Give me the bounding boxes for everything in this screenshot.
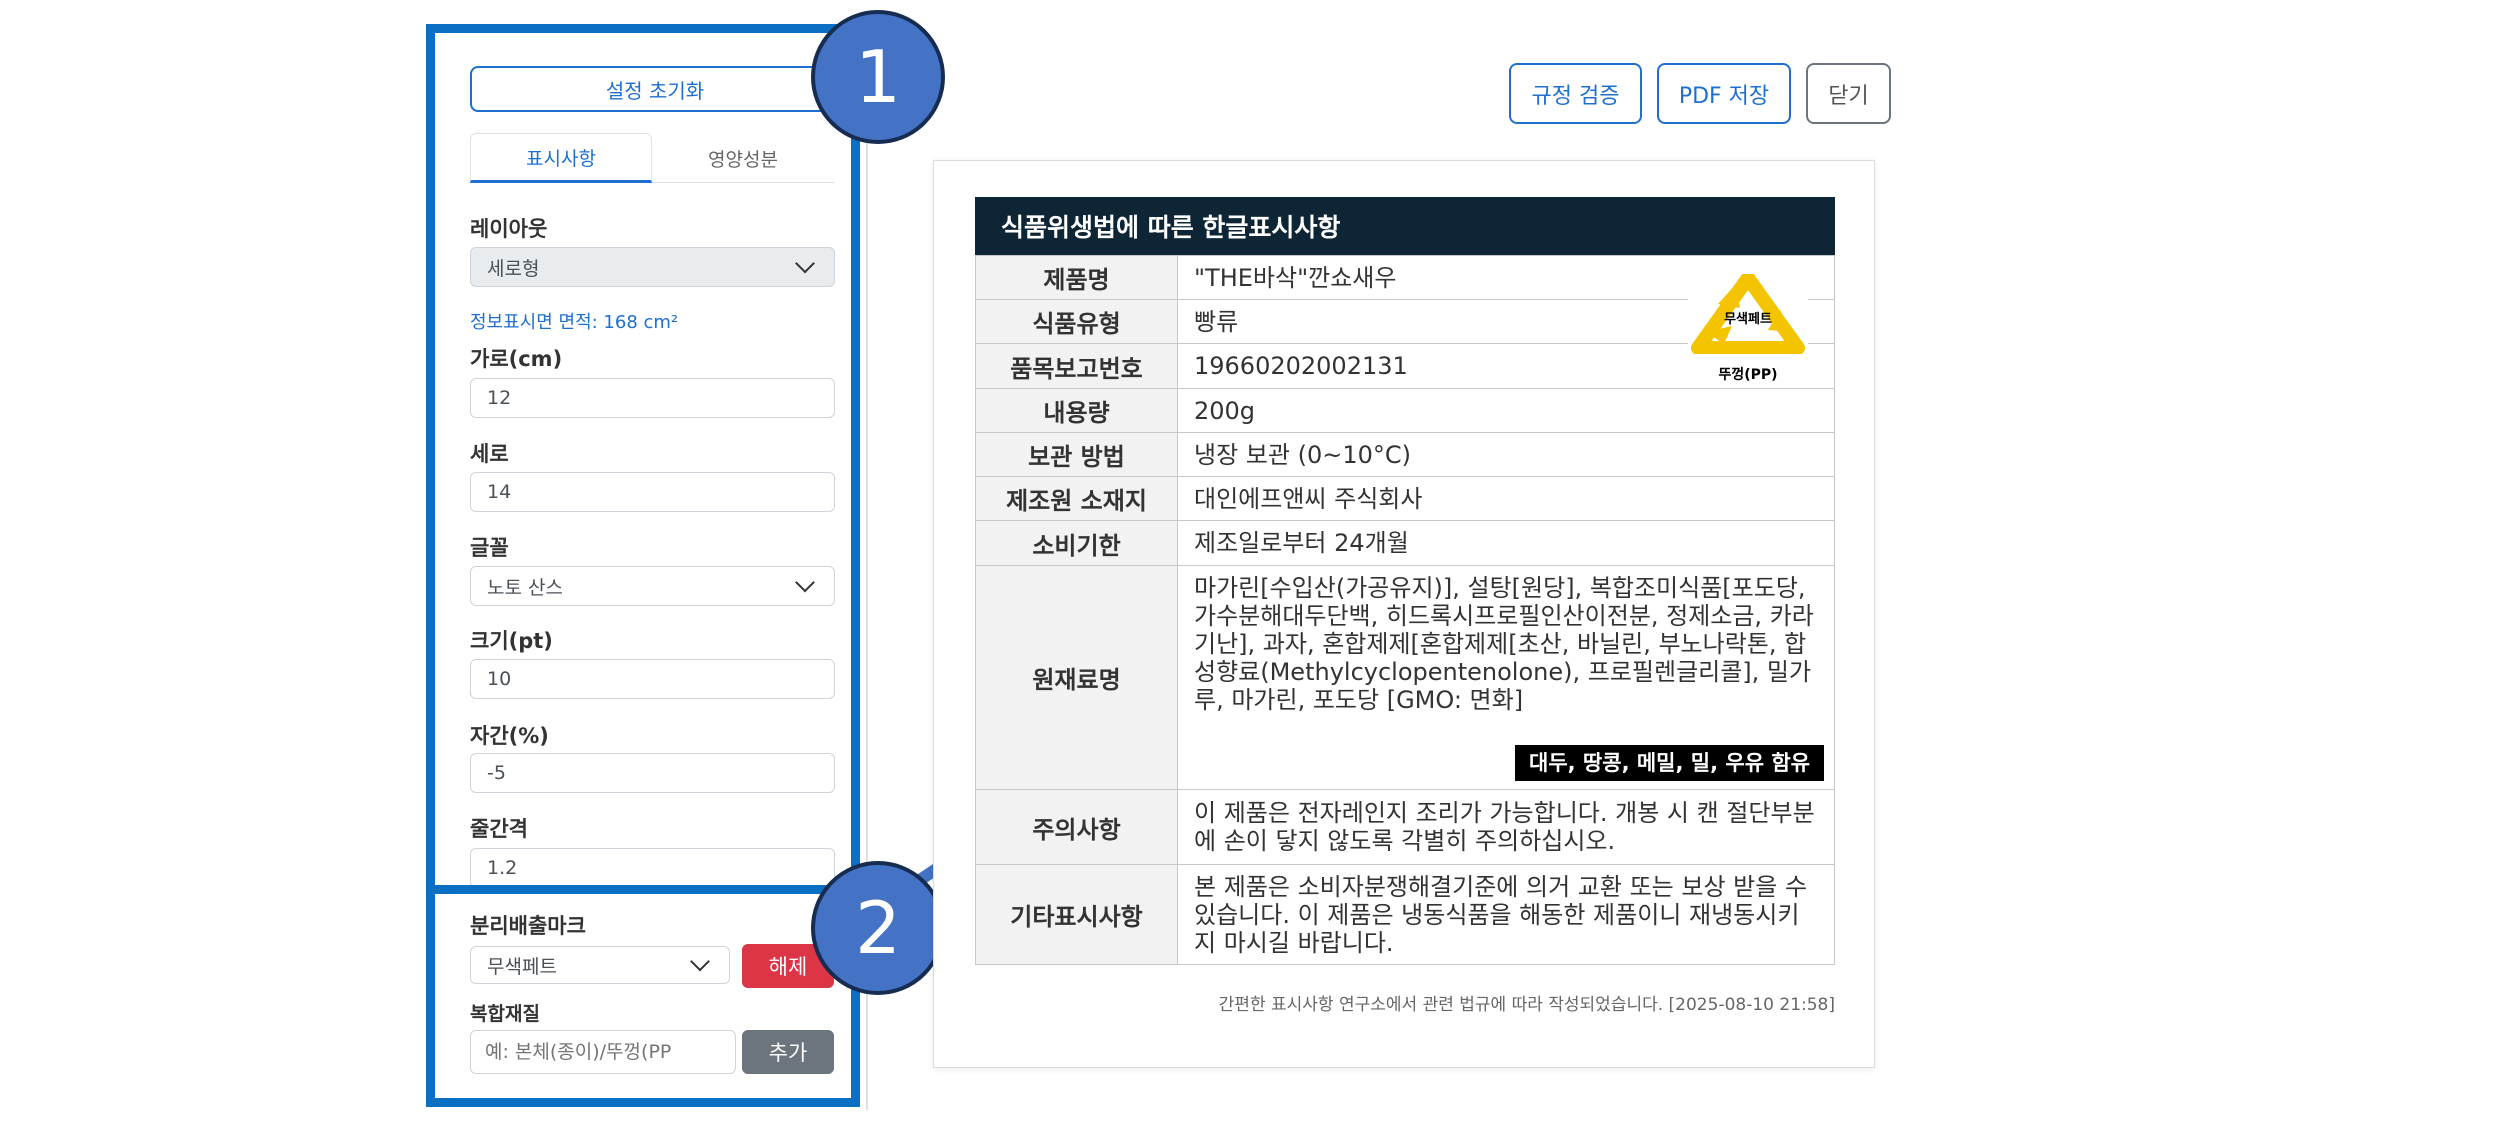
table-row: 보관 방법 냉장 보관 (0~10°C) (975, 432, 1835, 477)
row-value: 대인에프앤씨 주식회사 (1177, 476, 1835, 521)
recycle-mark-text: 무색페트 (1724, 312, 1772, 327)
table-row: 제조원 소재지 대인에프앤씨 주식회사 (975, 476, 1835, 521)
row-value: 마가린[수입산(가공유지)], 설탕[원당], 복합조미식품[포도당, 가수분해… (1194, 574, 1814, 714)
row-key: 주의사항 (975, 789, 1178, 865)
table-row: 주의사항 이 제품은 전자레인지 조리가 가능합니다. 개봉 시 캔 절단부분에 … (975, 789, 1835, 865)
row-key: 보관 방법 (975, 432, 1178, 477)
row-key: 제품명 (975, 255, 1178, 300)
recycle-caption: 뚜껑(PP) (1718, 367, 1778, 383)
verify-button[interactable]: 규정 검증 (1509, 63, 1642, 124)
row-value: 제조일로부터 24개월 (1177, 520, 1835, 566)
table-row: 원재료명 마가린[수입산(가공유지)], 설탕[원당], 복합조미식품[포도당,… (975, 565, 1835, 790)
row-key: 소비기한 (975, 520, 1178, 566)
pdf-save-button[interactable]: PDF 저장 (1657, 63, 1791, 124)
row-value: 이 제품은 전자레인지 조리가 가능합니다. 개봉 시 캔 절단부분에 손이 닿… (1177, 789, 1835, 865)
row-key: 원재료명 (975, 565, 1178, 790)
row-key: 기타표시사항 (975, 864, 1178, 965)
row-value: 본 제품은 소비자분쟁해결기준에 의거 교환 또는 보상 받을 수 있습니다. … (1177, 864, 1835, 965)
row-key: 품목보고번호 (975, 343, 1178, 389)
label-header: 식품위생법에 따른 한글표시사항 (975, 197, 1835, 255)
row-key: 식품유형 (975, 299, 1178, 344)
table-row: 소비기한 제조일로부터 24개월 (975, 520, 1835, 566)
row-value: 200g (1177, 388, 1835, 433)
table-row: 내용량 200g (975, 388, 1835, 433)
callout-badge-2: 2 (811, 861, 945, 995)
row-key: 제조원 소재지 (975, 476, 1178, 521)
callout-badge-1: 1 (811, 10, 945, 144)
ingredients-cell: 마가린[수입산(가공유지)], 설탕[원당], 복합조미식품[포도당, 가수분해… (1177, 565, 1835, 790)
row-key: 내용량 (975, 388, 1178, 433)
allergen-badge: 대두, 땅콩, 메밀, 밀, 우유 함유 (1515, 745, 1824, 781)
close-button[interactable]: 닫기 (1806, 63, 1891, 124)
recycle-mark: 무색페트 뚜껑(PP) (1688, 268, 1808, 388)
table-row: 기타표시사항 본 제품은 소비자분쟁해결기준에 의거 교환 또는 보상 받을 수 … (975, 864, 1835, 965)
footer-note: 간편한 표시사항 연구소에서 관련 법규에 따라 작성되었습니다. [2025-… (1218, 995, 1835, 1015)
row-value: 냉장 보관 (0~10°C) (1177, 432, 1835, 477)
